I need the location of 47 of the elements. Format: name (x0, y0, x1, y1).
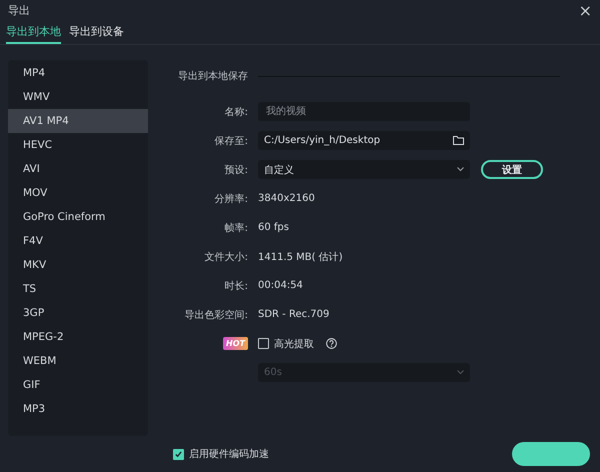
name-field[interactable]: 我的视频 (258, 102, 470, 122)
field-label: 导出色彩空间: (184, 308, 249, 322)
section-title: 导出到本地保存 (178, 70, 248, 84)
field-label: 预设: (224, 164, 249, 177)
field-label: 帧率: (224, 222, 249, 235)
field-value: 1411.5 MB( 估计) (258, 250, 343, 264)
format-item[interactable]: 3GP (8, 301, 148, 326)
export-button[interactable] (512, 442, 590, 466)
format-item[interactable]: AVI (8, 157, 148, 182)
chevron-icon (457, 370, 464, 376)
checkbox-label: 高光提取 (274, 338, 314, 351)
field-label: 保存至: (214, 134, 249, 148)
format-item[interactable]: AV1 MP4 (8, 109, 148, 134)
format-item[interactable]: GIF (8, 373, 148, 398)
tab[interactable]: 导出到本地 (6, 21, 61, 44)
settings-button[interactable]: 设置 (481, 160, 543, 180)
format-item[interactable]: TS (8, 277, 148, 302)
field-value: 60 fps (258, 222, 289, 234)
format-item[interactable]: WMV (8, 85, 148, 110)
checkbox[interactable] (258, 338, 269, 350)
close-button[interactable]: × (578, 2, 592, 19)
field-label: 名称: (224, 106, 249, 119)
checkbox-label: 启用硬件编码加速 (189, 448, 269, 462)
format-item[interactable]: WEBM (8, 349, 148, 374)
chevron-icon (457, 167, 464, 172)
field-label: 分辨率: (214, 192, 249, 206)
hot-badge: HOT (223, 337, 248, 350)
format-item[interactable]: F4V (8, 229, 148, 254)
field-label: 时长: (224, 280, 249, 293)
path-field[interactable]: C:/Users/yin_h/Desktop (258, 131, 470, 150)
folder-icon[interactable] (453, 136, 464, 146)
format-item[interactable]: MP4 (8, 61, 148, 86)
checkbox[interactable] (173, 448, 184, 460)
field-value: 00:04:54 (258, 280, 303, 292)
tab[interactable]: 导出到设备 (69, 21, 124, 44)
preset-dropdown[interactable]: 自定义 (258, 160, 470, 180)
format-item[interactable]: MPEG-2 (8, 325, 148, 350)
format-item[interactable]: MOV (8, 181, 148, 206)
field-value: 3840x2160 (258, 193, 315, 204)
format-item[interactable]: MKV (8, 253, 148, 278)
format-item[interactable]: GoPro Cineform (8, 205, 148, 230)
format-item[interactable]: MP3 (8, 397, 148, 422)
help-icon[interactable] (326, 338, 337, 350)
window-title: 导出 (8, 3, 30, 18)
format-item[interactable]: HEVC (8, 133, 148, 158)
field-label: 文件大小: (204, 250, 249, 264)
field-value: SDR - Rec.709 (258, 309, 330, 320)
